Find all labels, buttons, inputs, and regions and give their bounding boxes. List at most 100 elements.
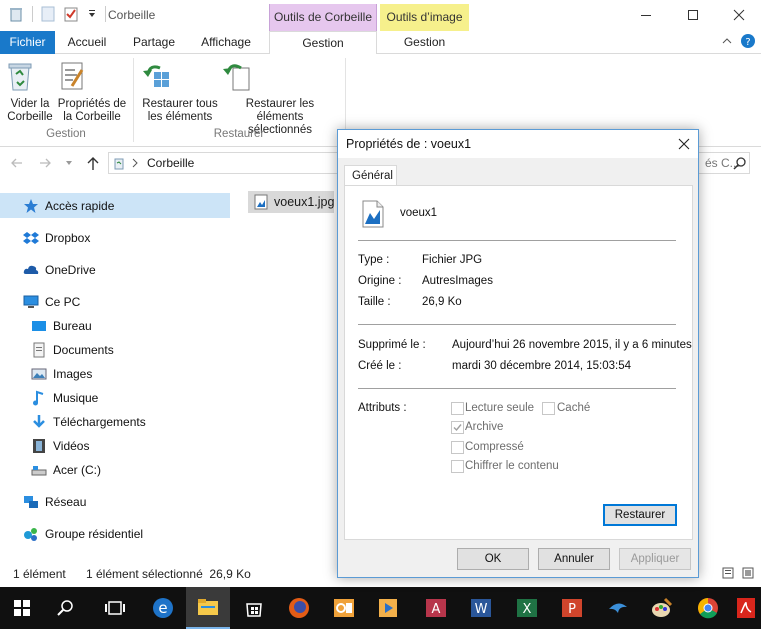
qat-separator-2 (105, 6, 106, 22)
archive-label: Archive (465, 421, 504, 433)
sidebar-item-ce-pc[interactable]: Ce PC (23, 290, 80, 314)
sidebar-item-acer-c[interactable]: Acer (C:) (31, 458, 101, 482)
downloads-icon (31, 414, 47, 430)
sidebar-item-label: Accès rapide (45, 199, 115, 213)
powerpoint-icon[interactable]: P (550, 587, 594, 629)
properties-label-1: Propriétés de (57, 98, 127, 110)
ribbon-group-separator (133, 58, 134, 142)
file-name: voeux1.jpg (274, 195, 335, 209)
sidebar-item-label: Bureau (53, 319, 92, 333)
desktop-icon (31, 318, 47, 334)
group-label-restaurer: Restaurer (213, 128, 265, 140)
empty-recycle-bin-button[interactable]: Vider la Corbeille (4, 60, 56, 124)
size-value: 26,9 Ko (422, 296, 462, 308)
restore-selected-button[interactable]: Restaurer les éléments sélectionnés (221, 60, 339, 137)
new-folder-icon[interactable] (41, 6, 55, 22)
sidebar-item-label: OneDrive (45, 263, 96, 277)
sidebar-item-videos[interactable]: Vidéos (31, 434, 89, 458)
tab-accueil[interactable]: Accueil (60, 31, 114, 54)
created-value: mardi 30 décembre 2014, 15:03:54 (452, 360, 632, 372)
ok-button[interactable]: OK (457, 548, 529, 570)
quick-access-toolbar (8, 6, 106, 22)
close-icon (678, 138, 690, 150)
svg-text:?: ? (745, 37, 750, 48)
tab-general[interactable]: Général (344, 165, 397, 186)
search-input[interactable]: és C... (698, 152, 750, 174)
large-icons-view-icon[interactable] (742, 567, 754, 579)
cancel-button[interactable]: Annuler (538, 548, 610, 570)
origin-value: AutresImages (422, 275, 493, 287)
sidebar-item-telechargements[interactable]: Téléchargements (31, 410, 146, 434)
tab-gestion-recycle[interactable]: Gestion (269, 31, 377, 55)
tab-gestion-image[interactable]: Gestion (380, 31, 469, 54)
word-icon[interactable]: W (459, 587, 503, 629)
restore-all-button[interactable]: Restaurer tous les éléments (140, 60, 220, 124)
sidebar-item-acces-rapide[interactable]: Accès rapide (23, 194, 114, 218)
store-icon[interactable] (232, 587, 276, 629)
back-arrow-icon[interactable] (10, 156, 24, 170)
network-icon (23, 494, 39, 510)
bird-app-icon[interactable] (596, 587, 640, 629)
task-view-icon[interactable] (93, 587, 137, 629)
ribbon-collapse-icon[interactable] (721, 35, 733, 47)
sidebar-item-documents[interactable]: Documents (31, 338, 114, 362)
sidebar-item-label: Dropbox (45, 231, 91, 245)
sidebar-item-images[interactable]: Images (31, 362, 92, 386)
sidebar-item-onedrive[interactable]: OneDrive (23, 258, 96, 282)
tab-affichage[interactable]: Affichage (193, 31, 259, 54)
properties-check-icon[interactable] (63, 6, 79, 22)
search-icon[interactable] (44, 587, 88, 629)
forward-arrow-icon[interactable] (38, 156, 52, 170)
outlook-icon[interactable] (322, 587, 366, 629)
qat-dropdown-icon[interactable] (87, 9, 97, 19)
media-player-icon[interactable] (366, 587, 410, 629)
edge-icon[interactable]: e (141, 587, 185, 629)
recent-locations-icon[interactable] (64, 158, 74, 168)
sidebar-item-groupe-residentiel[interactable]: Groupe résidentiel (23, 522, 143, 546)
sidebar-item-reseau[interactable]: Réseau (23, 490, 86, 514)
file-item-voeux1[interactable]: voeux1.jpg (248, 191, 334, 213)
restore-all-icon (140, 60, 220, 92)
recycle-bin-properties-button[interactable]: Propriétés de la Corbeille (56, 60, 128, 124)
file-explorer-icon[interactable] (186, 587, 230, 629)
apply-button[interactable]: Appliquer (619, 548, 691, 570)
close-icon (733, 9, 745, 21)
dropbox-icon (23, 230, 39, 246)
sidebar-item-label: Groupe résidentiel (45, 527, 144, 541)
paint-icon[interactable] (640, 587, 684, 629)
sidebar-item-bureau[interactable]: Bureau (31, 314, 92, 338)
recycle-bin-small-icon[interactable] (8, 6, 24, 22)
tab-partage[interactable]: Partage (127, 31, 181, 54)
documents-icon (31, 342, 47, 358)
minimize-button[interactable] (631, 4, 661, 26)
chrome-icon[interactable] (686, 587, 730, 629)
restore-button[interactable]: Restaurer (603, 504, 677, 526)
sidebar-item-dropbox[interactable]: Dropbox (23, 226, 90, 250)
maximize-button[interactable] (678, 4, 708, 26)
up-arrow-icon[interactable] (86, 155, 100, 171)
firefox-icon[interactable] (277, 587, 321, 629)
divider (358, 388, 676, 389)
encrypt-checkbox (451, 460, 464, 473)
acrobat-icon[interactable] (730, 587, 761, 629)
address-bar[interactable]: Corbeille (108, 152, 368, 174)
details-view-icon[interactable] (722, 567, 734, 579)
type-label: Type : (358, 254, 390, 266)
breadcrumb-corbeille[interactable]: Corbeille (147, 156, 194, 170)
windows-start-icon[interactable] (0, 587, 44, 629)
jpg-file-large-icon (362, 200, 384, 228)
restore-all-label-2: les éléments (147, 111, 213, 123)
restore-all-label-1: Restaurer tous (142, 98, 218, 110)
close-button[interactable] (724, 4, 754, 26)
sidebar-item-musique[interactable]: Musique (31, 386, 98, 410)
excel-icon[interactable]: X (505, 587, 549, 629)
tab-fichier[interactable]: Fichier (0, 31, 55, 54)
star-icon (23, 198, 39, 214)
dialog-title: Propriétés de : voeux1 (346, 137, 472, 151)
dialog-close-button[interactable] (672, 134, 696, 154)
help-icon[interactable]: ? (740, 33, 756, 49)
svg-text:e: e (158, 599, 167, 617)
sidebar-item-label: Documents (53, 343, 114, 357)
access-icon[interactable]: A (414, 587, 458, 629)
search-icon (733, 156, 747, 170)
